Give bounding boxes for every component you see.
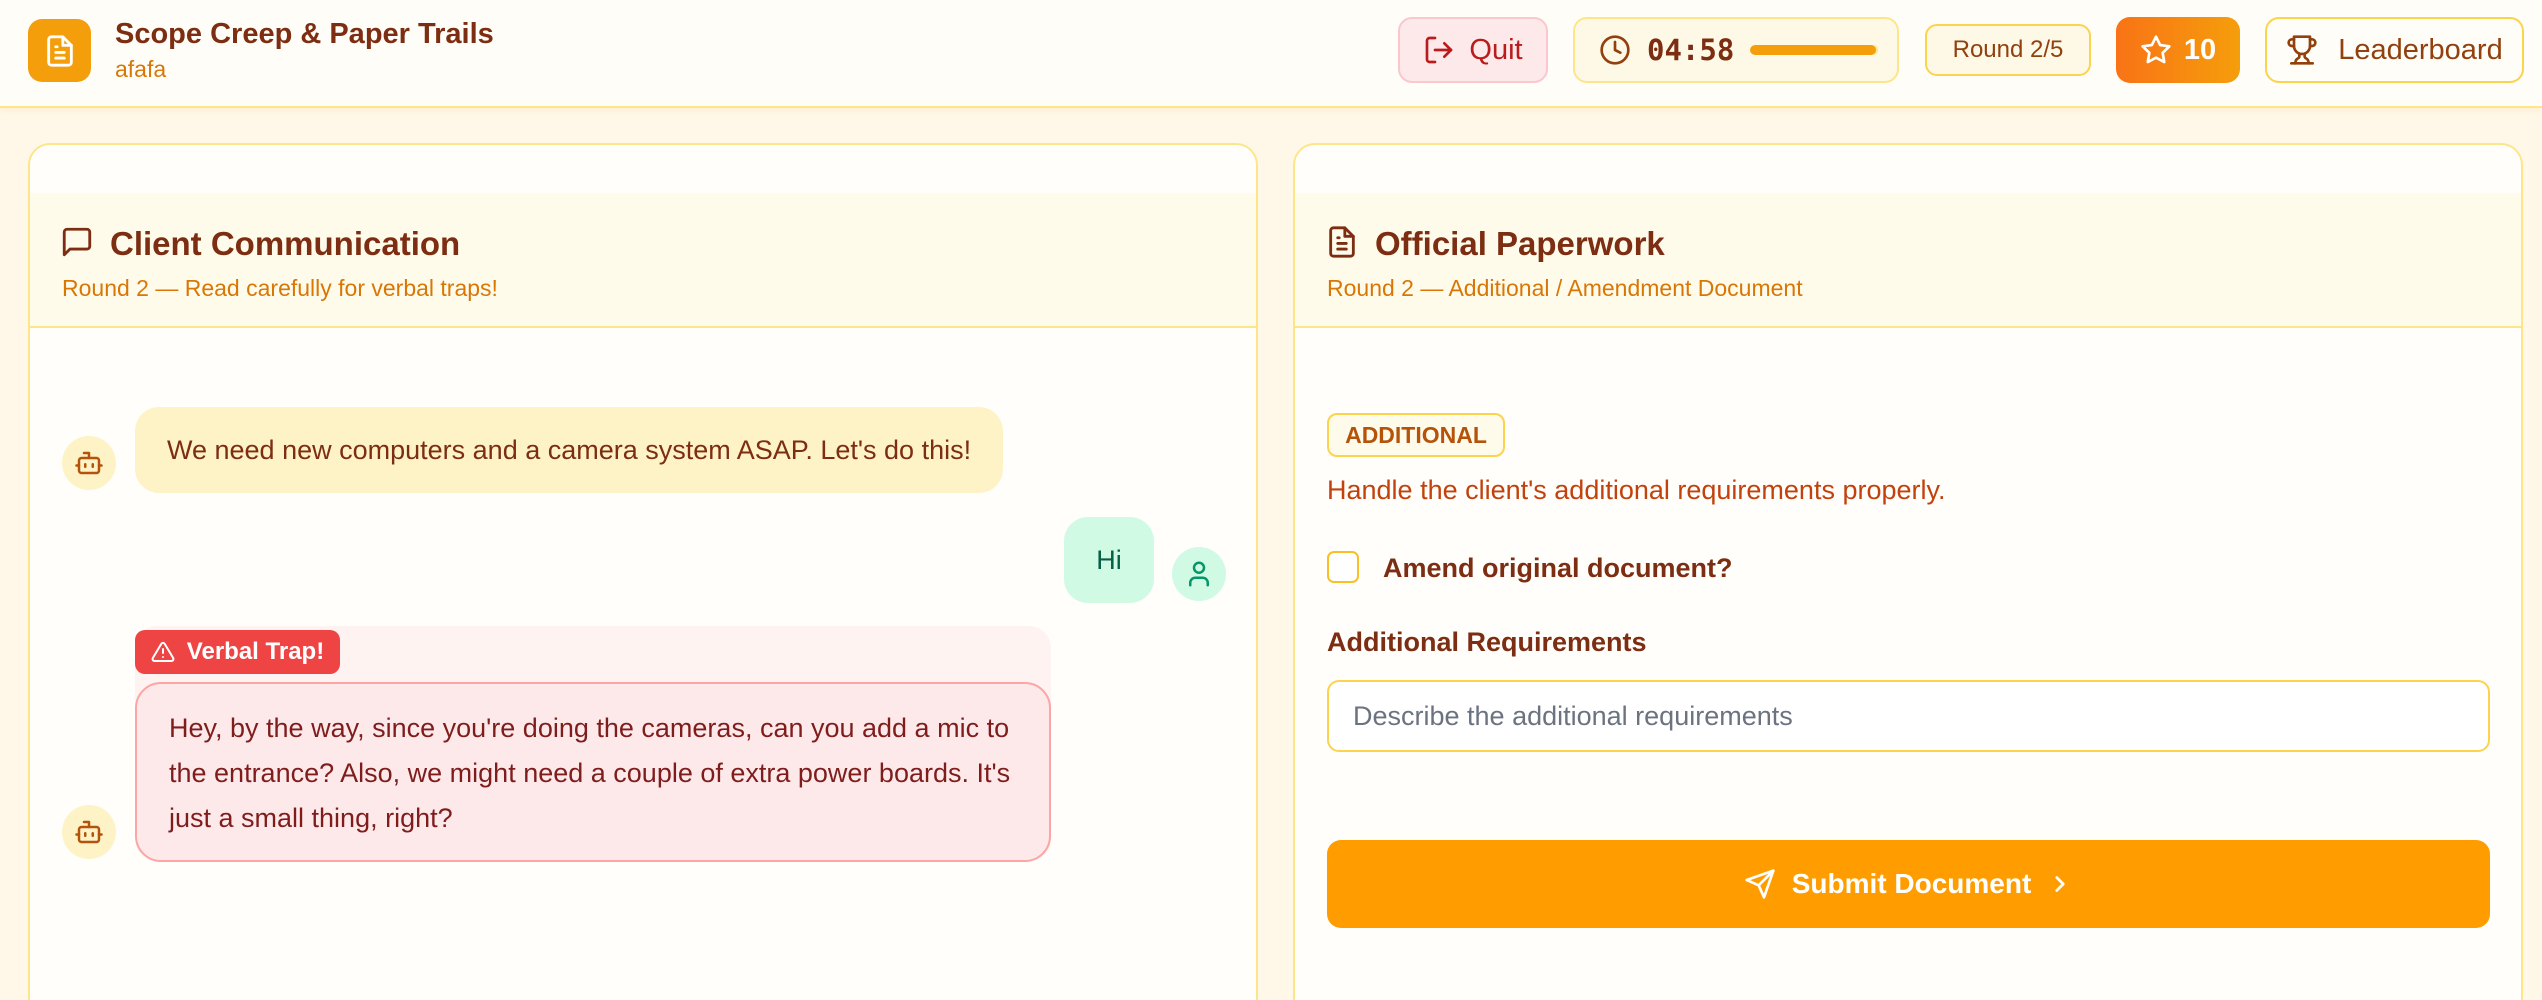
additional-requirements-label: Additional Requirements (1327, 627, 1647, 657)
user-icon (1189, 561, 1209, 587)
chevron-right-icon (2055, 876, 2065, 892)
trophy-icon (2287, 35, 2317, 65)
submit-label: Submit Document (1791, 868, 2032, 899)
amend-checkbox[interactable] (1327, 551, 1359, 583)
client-panel-header: Client Communication Round 2 — Read care… (30, 193, 1256, 328)
document-type-tag: ADDITIONAL (1327, 413, 1505, 457)
amend-checkbox-label[interactable]: Amend original document? (1383, 553, 1733, 584)
bot-icon (75, 820, 103, 844)
verbal-trap-badge: Verbal Trap! (135, 630, 340, 674)
quit-button[interactable]: Quit (1398, 17, 1548, 83)
round-badge: Round 2/5 (1925, 24, 2091, 76)
verbal-trap-label: Verbal Trap! (186, 638, 325, 665)
clock-icon (1600, 35, 1630, 65)
score-value: 10 (2183, 33, 2217, 66)
user-avatar (1172, 547, 1226, 601)
timer-text: 04:58 (1647, 33, 1735, 67)
player-name: afafa (115, 56, 167, 82)
timer-progress-fill (1750, 45, 1876, 55)
document-instructions: Handle the client's additional requireme… (1327, 475, 1946, 505)
paperwork-panel-header: Official Paperwork Round 2 — Additional … (1295, 193, 2521, 328)
score-badge: 10 (2116, 17, 2240, 83)
send-icon (1745, 869, 1775, 899)
logout-icon (1426, 36, 1453, 64)
leaderboard-label: Leaderboard (2338, 33, 2503, 66)
document-icon (1329, 226, 1355, 258)
client-message: We need new computers and a camera syste… (135, 407, 1004, 493)
app-title: Scope Creep & Paper Trails (115, 18, 494, 50)
paperwork-panel-subtitle: Round 2 — Additional / Amendment Documen… (1327, 275, 1803, 301)
timer: 04:58 (1573, 17, 1899, 83)
bot-icon (75, 451, 103, 475)
client-communication-panel: Client Communication Round 2 — Read care… (28, 143, 1258, 1000)
bot-avatar (62, 805, 116, 859)
top-bar: Scope Creep & Paper Trails afafa Quit 04… (0, 0, 2542, 108)
warning-icon (151, 641, 175, 662)
chat-icon (62, 227, 92, 257)
star-icon (2141, 35, 2171, 64)
leaderboard-button[interactable]: Leaderboard (2265, 17, 2524, 83)
bot-avatar (62, 436, 116, 490)
client-panel-title: Client Communication (110, 225, 461, 262)
additional-requirements-input[interactable] (1327, 680, 2490, 752)
quit-label: Quit (1469, 33, 1523, 66)
client-panel-subtitle: Round 2 — Read carefully for verbal trap… (62, 275, 498, 301)
trap-message-text: Hey, by the way, since you're doing the … (135, 682, 1051, 862)
timer-progress-bar (1750, 45, 1879, 55)
logo (28, 19, 91, 82)
submit-document-button[interactable]: Submit Document (1327, 840, 2490, 928)
verbal-trap-message: Verbal Trap! Hey, by the way, since you'… (135, 626, 1051, 862)
official-paperwork-panel: Official Paperwork Round 2 — Additional … (1293, 143, 2523, 1000)
document-icon (46, 34, 73, 67)
user-message: Hi (1064, 517, 1154, 603)
paperwork-panel-title: Official Paperwork (1375, 225, 1665, 262)
